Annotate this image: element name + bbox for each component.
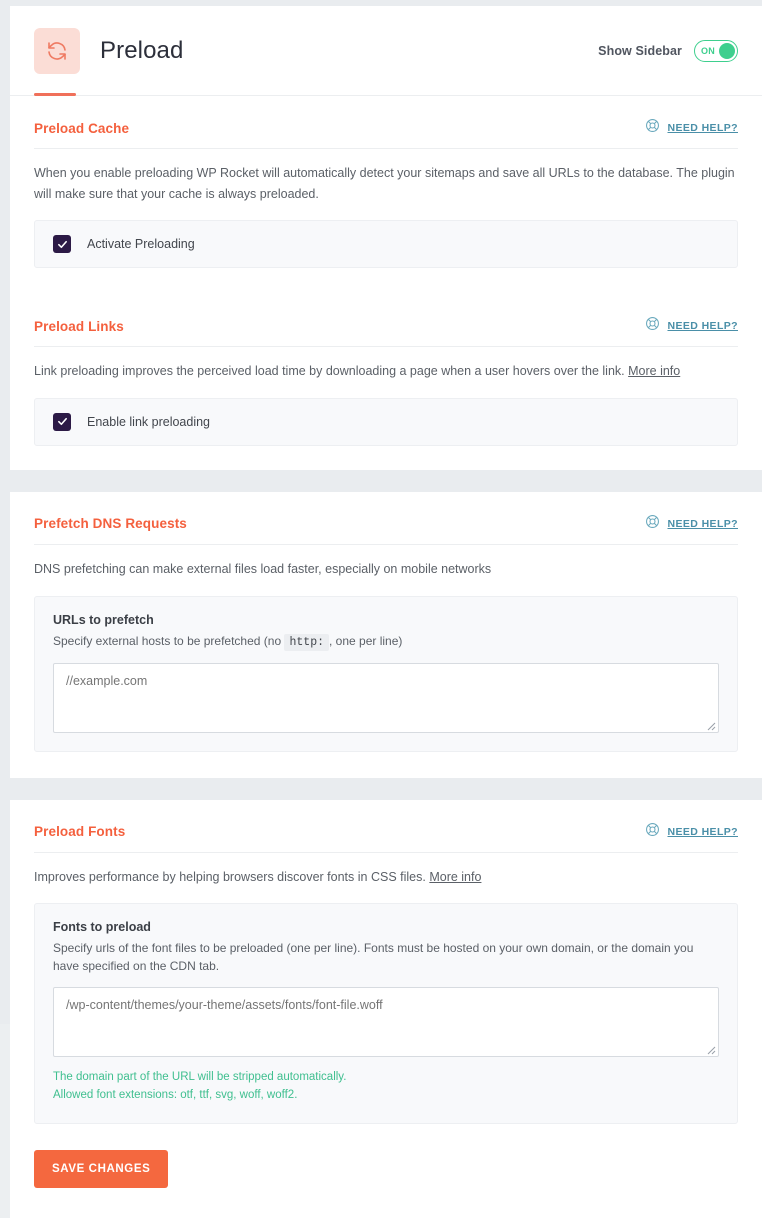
page-header: Preload Show Sidebar ON: [10, 6, 762, 74]
active-tab-indicator: [34, 93, 76, 96]
section-preload-fonts: Preload Fonts NEED HELP? Improves perfor…: [10, 800, 762, 1124]
preload-settings-page: Preload Show Sidebar ON Preload Cache: [0, 0, 762, 1024]
need-help-link-prefetch-dns[interactable]: NEED HELP?: [645, 514, 738, 534]
header-actions: Show Sidebar ON: [598, 40, 738, 62]
preload-refresh-icon: [34, 28, 80, 74]
activate-preloading-checkbox[interactable]: [53, 235, 71, 253]
save-changes-button[interactable]: SAVE CHANGES: [34, 1150, 168, 1188]
section-title-preload-fonts: Preload Fonts: [34, 824, 125, 839]
urls-to-prefetch-hint: Specify external hosts to be prefetched …: [53, 632, 719, 651]
fonts-helper-line-2: Allowed font extensions: otf, ttf, svg, …: [53, 1087, 719, 1105]
activate-preloading-label: Activate Preloading: [87, 237, 195, 251]
need-help-link-preload-fonts[interactable]: NEED HELP?: [645, 822, 738, 842]
section-header: Preload Fonts NEED HELP?: [34, 800, 738, 853]
section-gap: [0, 778, 762, 800]
section-header: Prefetch DNS Requests NEED HELP?: [34, 492, 738, 545]
life-buoy-icon: [645, 514, 660, 534]
show-sidebar-label: Show Sidebar: [598, 44, 682, 58]
fonts-helper-line-1: The domain part of the URL will be strip…: [53, 1069, 719, 1087]
description-text: Link preloading improves the perceived l…: [34, 364, 625, 378]
section-header: Preload Links NEED HELP?: [34, 294, 738, 347]
enable-link-preloading-label: Enable link preloading: [87, 415, 210, 429]
need-help-label: NEED HELP?: [667, 122, 738, 134]
activate-preloading-row[interactable]: Activate Preloading: [34, 220, 738, 268]
more-info-link-preload-links[interactable]: More info: [628, 364, 680, 378]
fonts-to-preload-title: Fonts to preload: [53, 920, 719, 934]
section-description-preload-links: Link preloading improves the perceived l…: [34, 347, 738, 382]
hint-after: , one per line): [329, 634, 402, 648]
footer-actions: SAVE CHANGES: [10, 1124, 762, 1218]
show-sidebar-toggle-state: ON: [701, 46, 715, 56]
section-title-prefetch-dns: Prefetch DNS Requests: [34, 516, 187, 531]
life-buoy-icon: [645, 118, 660, 138]
section-title-preload-cache: Preload Cache: [34, 121, 129, 136]
hint-before: Specify external hosts to be prefetched …: [53, 634, 281, 648]
section-title-preload-links: Preload Links: [34, 319, 124, 334]
urls-to-prefetch-title: URLs to prefetch: [53, 613, 719, 627]
section-preload-cache: Preload Cache NEED HELP? When you enable…: [10, 96, 762, 294]
enable-link-preloading-checkbox[interactable]: [53, 413, 71, 431]
show-sidebar-toggle[interactable]: ON: [694, 40, 738, 62]
fonts-to-preload-textarea-wrap: [53, 987, 719, 1057]
section-prefetch-dns: Prefetch DNS Requests NEED HELP? DNS pre…: [10, 492, 762, 778]
enable-link-preloading-row[interactable]: Enable link preloading: [34, 398, 738, 446]
fonts-helper-text: The domain part of the URL will be strip…: [53, 1069, 719, 1105]
need-help-link-preload-links[interactable]: NEED HELP?: [645, 316, 738, 336]
tab-bar: [10, 74, 762, 96]
section-gap: [0, 470, 762, 492]
more-info-link-preload-fonts[interactable]: More info: [429, 870, 481, 884]
fonts-to-preload-textarea[interactable]: [53, 987, 719, 1057]
need-help-link-preload-cache[interactable]: NEED HELP?: [645, 118, 738, 138]
toggle-knob: [719, 43, 735, 59]
http-code-token: http:: [284, 634, 329, 651]
description-text: Improves performance by helping browsers…: [34, 870, 426, 884]
section-description-preload-cache: When you enable preloading WP Rocket wil…: [34, 149, 738, 204]
need-help-label: NEED HELP?: [667, 320, 738, 332]
life-buoy-icon: [645, 822, 660, 842]
section-description-prefetch-dns: DNS prefetching can make external files …: [34, 545, 738, 580]
urls-to-prefetch-textarea[interactable]: [53, 663, 719, 733]
fonts-to-preload-block: Fonts to preload Specify urls of the fon…: [34, 903, 738, 1124]
urls-to-prefetch-textarea-wrap: [53, 663, 719, 733]
section-preload-links: Preload Links NEED HELP? Link preloading…: [10, 294, 762, 470]
section-description-preload-fonts: Improves performance by helping browsers…: [34, 853, 738, 888]
section-header: Preload Cache NEED HELP?: [34, 96, 738, 149]
need-help-label: NEED HELP?: [667, 518, 738, 530]
urls-to-prefetch-block: URLs to prefetch Specify external hosts …: [34, 596, 738, 752]
need-help-label: NEED HELP?: [667, 826, 738, 838]
fonts-to-preload-hint: Specify urls of the font files to be pre…: [53, 939, 719, 975]
life-buoy-icon: [645, 316, 660, 336]
page-title: Preload: [100, 37, 183, 65]
